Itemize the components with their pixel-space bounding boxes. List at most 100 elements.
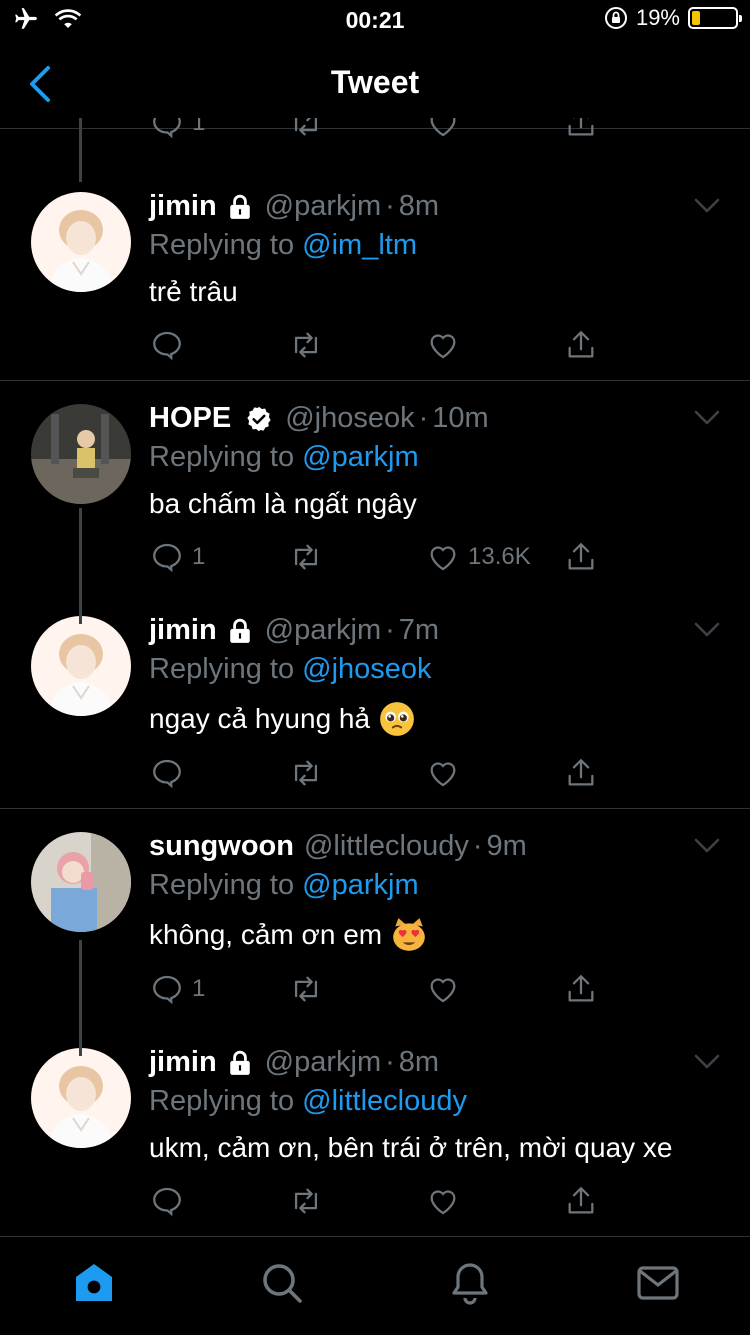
share-icon — [564, 328, 598, 362]
action-bar — [150, 328, 610, 368]
handle[interactable]: @littlecloudy — [304, 830, 469, 863]
share-button[interactable] — [564, 972, 598, 1006]
chevron-down-icon[interactable] — [694, 410, 720, 426]
tweet-header: jimin @parkjm · 8m — [149, 190, 439, 223]
display-name[interactable]: jimin — [149, 1046, 217, 1079]
chevron-down-icon[interactable] — [694, 198, 720, 214]
reply-button[interactable] — [150, 756, 192, 790]
retweet-icon — [288, 540, 324, 574]
share-button[interactable] — [564, 540, 598, 574]
avatar[interactable] — [31, 616, 131, 716]
reply-button[interactable] — [150, 328, 192, 362]
tweet-header: HOPE @jhoseok · 10m — [149, 402, 489, 435]
chevron-down-icon[interactable] — [694, 622, 720, 638]
like-button[interactable] — [426, 1184, 468, 1218]
page-title: Tweet — [330, 64, 420, 100]
reply-count: 1 — [192, 118, 206, 136]
handle[interactable]: @parkjm — [265, 614, 381, 647]
separator: · — [472, 830, 483, 862]
handle[interactable]: @jhoseok — [285, 402, 414, 435]
like-button[interactable]: 13.6K — [426, 540, 531, 574]
like-button[interactable] — [426, 972, 468, 1006]
separator: · — [385, 1046, 395, 1078]
mention-link[interactable]: @parkjm — [302, 441, 418, 473]
heart-eyes-cat-emoji — [390, 916, 428, 954]
retweet-button[interactable] — [288, 756, 324, 790]
tweet-text-content: ukm, cảm ơn, bên trái ở trên, mời quay x… — [149, 1132, 673, 1163]
retweet-button[interactable] — [288, 540, 324, 574]
reply-button[interactable]: 1 — [150, 972, 205, 1006]
share-button[interactable] — [564, 118, 598, 140]
avatar[interactable] — [31, 192, 131, 292]
reply-button[interactable] — [150, 1184, 192, 1218]
chevron-down-icon[interactable] — [694, 838, 720, 854]
display-name[interactable]: jimin — [149, 190, 217, 223]
partial-action-bar: 1 — [150, 118, 610, 146]
like-button[interactable] — [426, 118, 460, 140]
home-icon[interactable] — [70, 1259, 118, 1307]
reply-button[interactable]: 1 — [150, 540, 205, 574]
pleading-face-emoji — [378, 700, 416, 738]
like-button[interactable] — [426, 328, 468, 362]
retweet-button[interactable] — [288, 118, 324, 140]
replying-to: Replying to @parkjm — [149, 441, 419, 474]
heart-icon — [426, 1184, 460, 1218]
notifications-icon[interactable] — [446, 1259, 494, 1307]
reply-count: 1 — [192, 975, 206, 1002]
heart-icon — [426, 540, 460, 574]
tweet-text-content: không, cảm ơn em — [149, 919, 383, 950]
replying-to: Replying to @jhoseok — [149, 653, 432, 686]
display-name[interactable]: jimin — [149, 614, 217, 647]
tweet-text: ukm, cảm ơn, bên trái ở trên, mời quay x… — [149, 1132, 673, 1164]
separator: · — [385, 190, 395, 222]
replying-prefix: Replying to — [149, 869, 303, 901]
share-icon — [564, 118, 598, 140]
lock-icon — [227, 1050, 253, 1076]
avatar[interactable] — [31, 1048, 131, 1148]
messages-icon[interactable] — [634, 1259, 682, 1307]
replying-to: Replying to @im_ltm — [149, 229, 417, 262]
nav-bar: Tweet — [0, 40, 750, 129]
action-bar — [150, 756, 610, 796]
retweet-icon — [288, 328, 324, 362]
like-count: 13.6K — [468, 543, 531, 570]
share-icon — [564, 972, 598, 1006]
thread-line — [79, 126, 82, 182]
handle[interactable]: @parkjm — [265, 190, 381, 223]
mention-link[interactable]: @jhoseok — [302, 653, 431, 685]
battery-icon — [688, 7, 742, 29]
share-icon — [564, 1184, 598, 1218]
thread-line — [79, 940, 82, 1056]
retweet-button[interactable] — [288, 328, 324, 362]
battery-percent: 19% — [635, 5, 680, 30]
mention-link[interactable]: @im_ltm — [302, 229, 417, 261]
display-name[interactable]: HOPE — [149, 402, 231, 435]
tweet-header: jimin @parkjm · 7m — [149, 614, 439, 647]
separator: · — [385, 614, 395, 646]
share-icon — [564, 756, 598, 790]
display-name[interactable]: sungwoon — [149, 830, 294, 863]
retweet-button[interactable] — [288, 1184, 324, 1218]
like-button[interactable] — [426, 756, 468, 790]
mention-link[interactable]: @littlecloudy — [302, 1085, 467, 1117]
search-icon[interactable] — [258, 1259, 306, 1307]
lock-icon — [227, 618, 253, 644]
retweet-icon — [288, 1184, 324, 1218]
handle[interactable]: @parkjm — [265, 1046, 381, 1079]
share-button[interactable] — [564, 756, 598, 790]
divider — [0, 380, 750, 381]
mention-link[interactable]: @parkjm — [302, 869, 418, 901]
reply-button[interactable]: 1 — [150, 118, 205, 140]
chevron-down-icon[interactable] — [694, 1054, 720, 1070]
avatar[interactable] — [31, 832, 131, 932]
avatar[interactable] — [31, 404, 131, 504]
share-button[interactable] — [564, 328, 598, 362]
tweet-text: trẻ trâu — [149, 276, 238, 308]
retweet-button[interactable] — [288, 972, 324, 1006]
tweet-header: sungwoon @littlecloudy · 9m — [149, 830, 527, 863]
reply-icon — [150, 540, 184, 574]
tweet-text-content: ba chấm là ngất ngây — [149, 488, 417, 519]
tweet-text: ba chấm là ngất ngây — [149, 488, 417, 520]
replying-prefix: Replying to — [149, 1085, 303, 1117]
share-button[interactable] — [564, 1184, 598, 1218]
